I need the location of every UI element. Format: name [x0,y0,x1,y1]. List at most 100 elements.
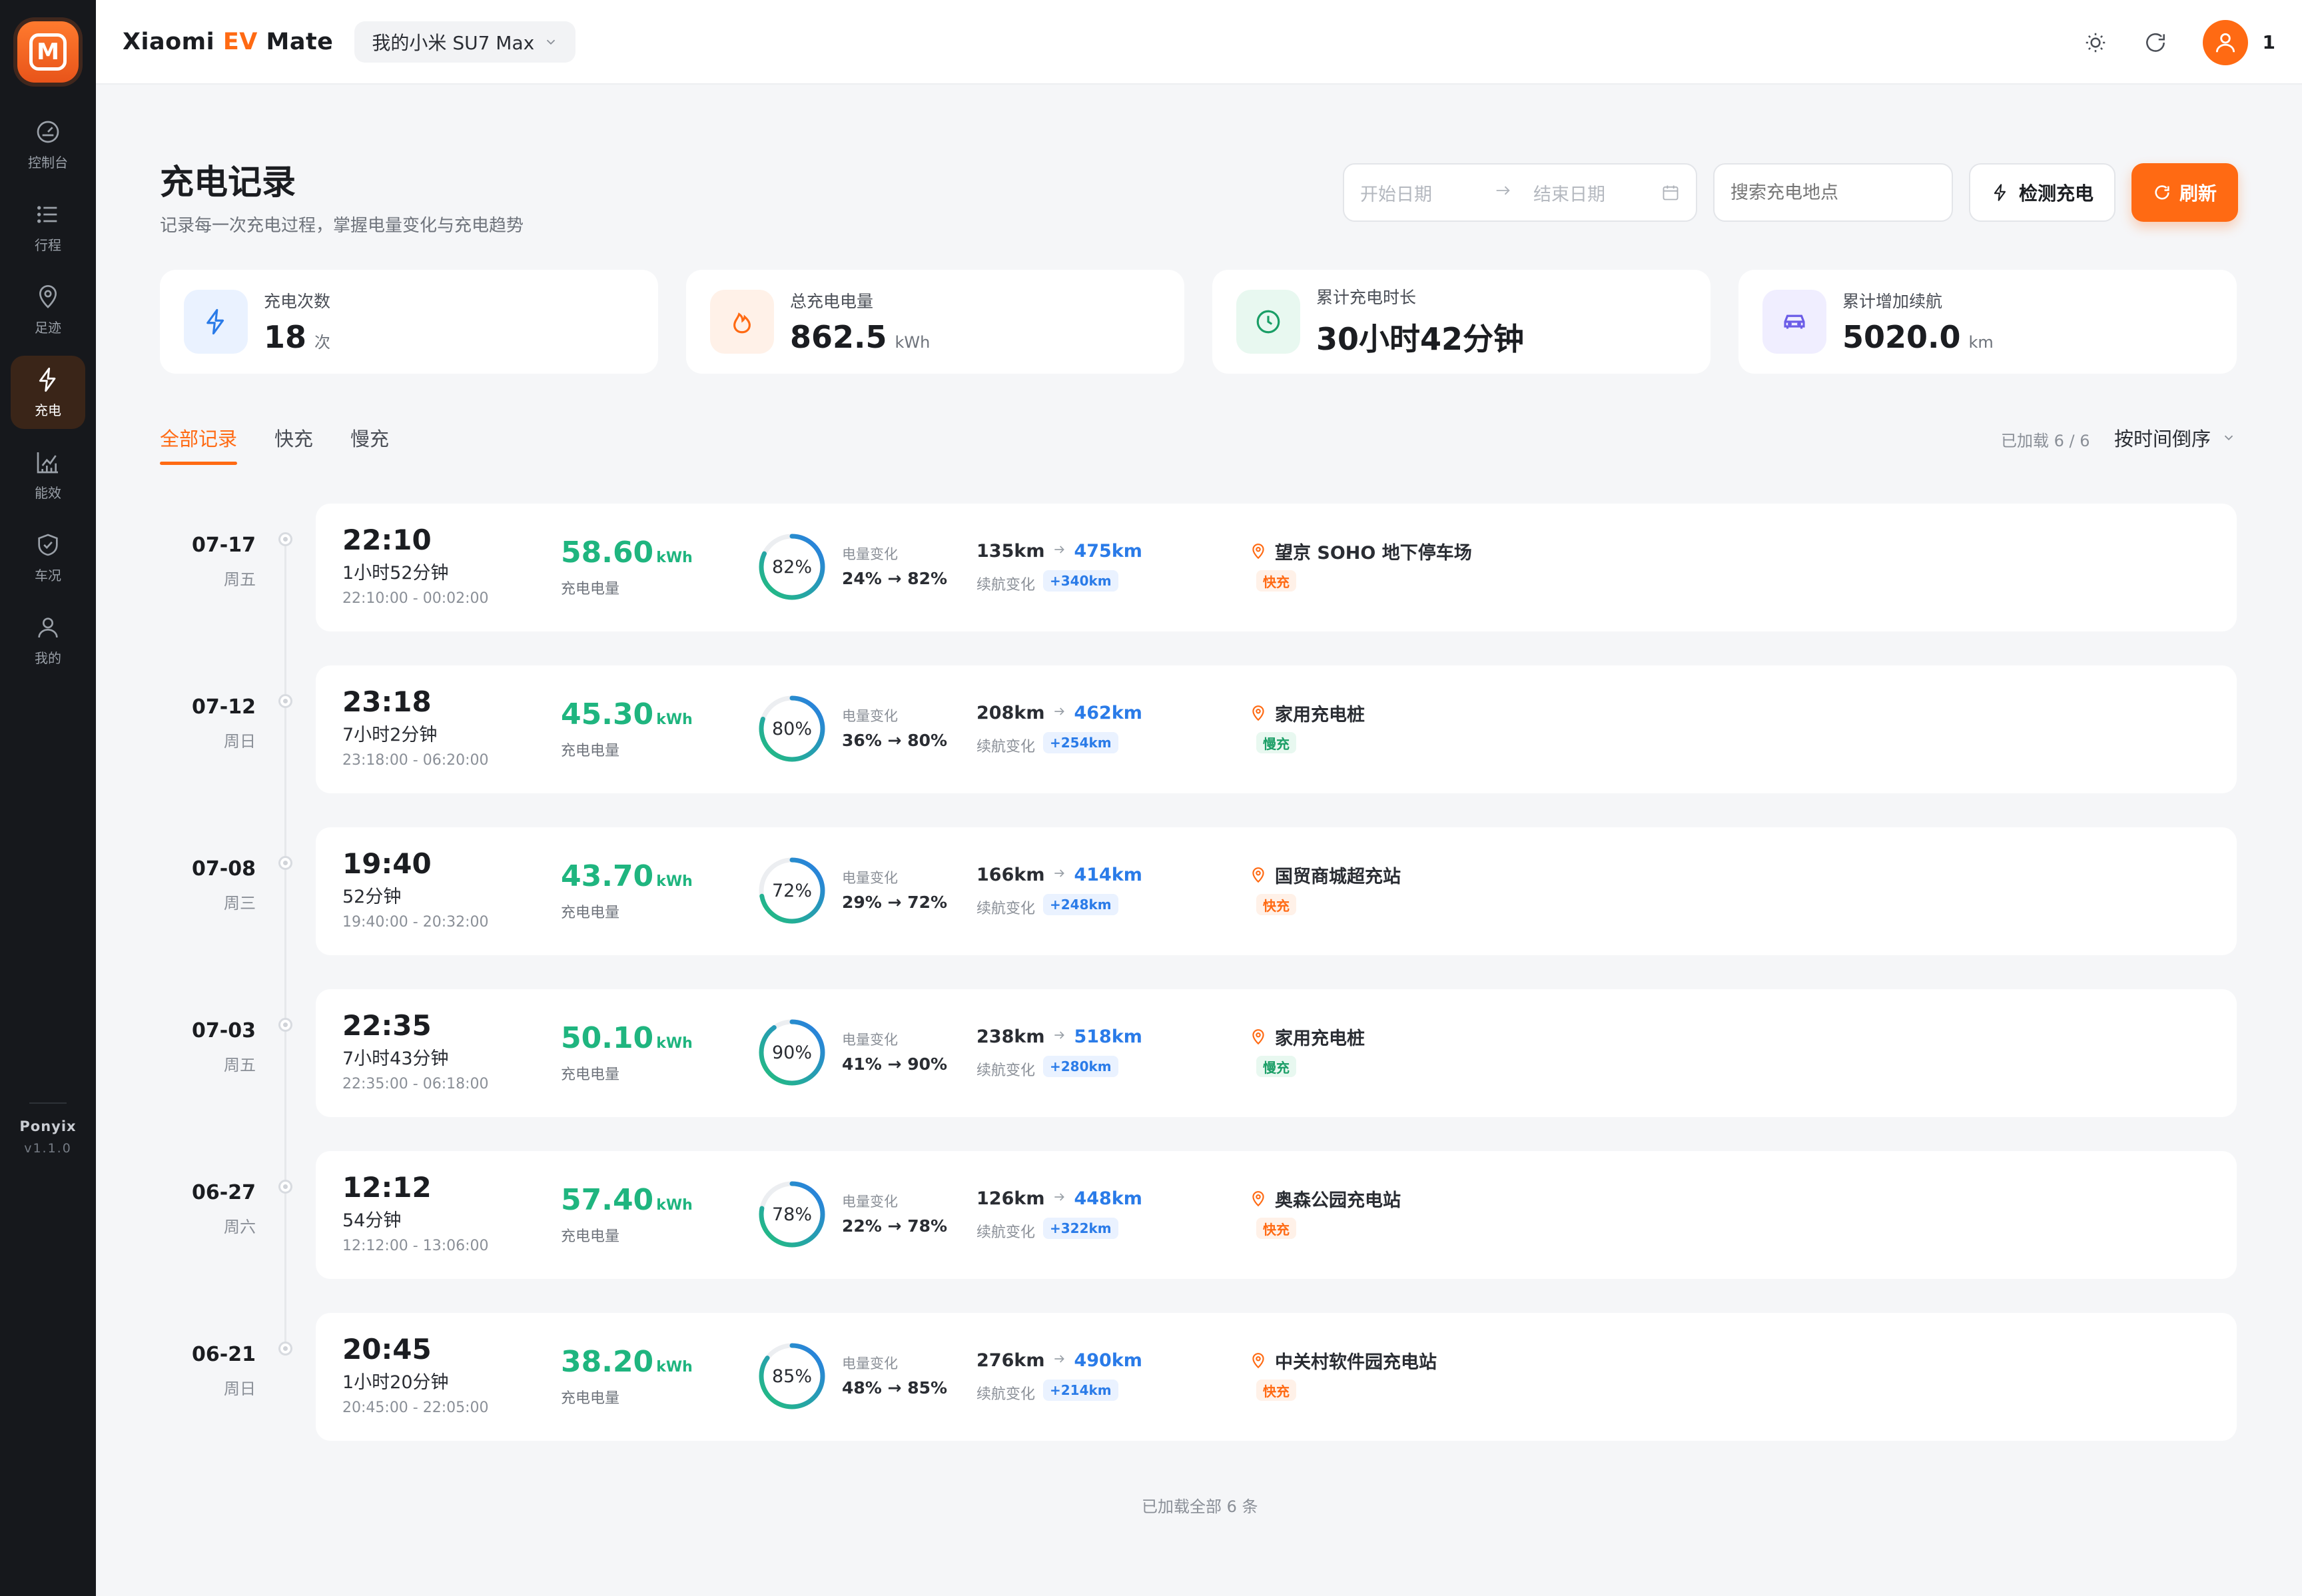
charge-type-badge: 快充 [1256,1380,1296,1401]
record-energy-label: 充电电量 [561,905,620,921]
charge-record-card[interactable]: 20:45 1小时20分钟 20:45:00 - 22:05:00 38.20 k… [316,1313,2237,1441]
record-location-name: 中关村软件园充电站 [1275,1352,1437,1373]
stat-card-charge-count: 充电次数 18 次 [160,270,658,374]
charge-type-badge: 快充 [1256,1218,1296,1239]
sidebar-item-profile[interactable]: 我的 [11,603,85,677]
sidebar-item-label: 充电 [35,402,61,418]
range-to: 475km [1074,541,1142,562]
charge-record-card[interactable]: 22:10 1小时52分钟 22:10:00 - 00:02:00 58.60 k… [316,504,2237,631]
record-location[interactable]: 奥森公园充电站 [1250,1186,1401,1212]
soc-percent: 72% [771,880,812,901]
end-date-input[interactable]: 结束日期 [1533,180,1661,206]
record-time-range: 19:40:00 - 20:32:00 [342,914,489,931]
avatar[interactable] [2202,19,2248,65]
page-subtitle: 记录每一次充电过程，掌握电量变化与充电趋势 [160,216,524,236]
sidebar-item-charging[interactable]: 充电 [11,356,85,429]
record-kwh-unit: kWh [656,873,693,890]
timeline-dot [278,1018,292,1032]
calendar-icon [1663,185,1679,200]
chevron-down-icon [547,39,556,45]
soc-percent: 90% [771,1042,812,1063]
record-energy: 50.10 kWh [561,1021,693,1055]
lightning-icon [1994,184,2006,201]
record-location[interactable]: 望京 SOHO 地下停车场 [1250,538,1472,564]
soc-change-label: 电量变化 [842,1194,898,1210]
record-date: 06-27 [192,1181,256,1204]
timeline-dot [278,1180,292,1194]
record-time-range: 12:12:00 - 13:06:00 [342,1238,489,1254]
record-kwh-value: 58.60 [561,536,654,570]
stat-text: 总充电电量 862.5 kWh [790,288,930,355]
record-date: 07-03 [192,1019,256,1042]
soc-change-label: 电量变化 [842,1356,898,1372]
range-change-row: 208km 462km [976,703,1142,723]
record-duration: 52分钟 [342,887,402,907]
charge-type-badge: 慢充 [1256,732,1296,753]
footer-version: v1.1.0 [24,1141,72,1156]
record-weekday: 周日 [224,1380,256,1398]
record-energy: 43.70 kWh [561,859,693,893]
record-location-name: 家用充电桩 [1275,1028,1365,1049]
sidebar-item-vehicle[interactable]: 车况 [11,521,85,594]
sidebar-item-footprint[interactable]: 足迹 [11,273,85,346]
record-location[interactable]: 国贸商城超充站 [1250,862,1401,888]
record-date: 06-21 [192,1343,256,1366]
record-location[interactable]: 中关村软件园充电站 [1250,1348,1437,1374]
record-duration: 1小时52分钟 [342,563,449,584]
range-to: 490km [1074,1350,1142,1371]
top-header: Xiaomi EV Mate 我的小米 SU7 Max 1 [96,0,2302,85]
arrow-right-icon [1052,867,1066,884]
record-location-name: 望京 SOHO 地下停车场 [1275,543,1472,564]
range-change-row: 238km 518km [976,1026,1142,1047]
tab-fast[interactable]: 快充 [274,424,313,465]
refresh-icon[interactable] [2143,30,2168,55]
range-change-label: 续航变化 [976,1062,1036,1079]
record-kwh-unit: kWh [656,550,693,566]
timeline-dot [278,532,292,546]
soc-change: 48% → 85% [842,1378,948,1397]
sidebar-item-dashboard[interactable]: 控制台 [11,108,85,181]
search-input[interactable] [1730,182,1936,203]
tab-slow[interactable]: 慢充 [350,424,389,465]
refresh-button[interactable]: 刷新 [2131,163,2238,222]
tab-all[interactable]: 全部记录 [160,424,238,465]
date-range-picker[interactable]: 开始日期 结束日期 [1343,163,1697,222]
stat-text: 充电次数 18 次 [264,288,330,355]
start-date-input[interactable]: 开始日期 [1360,180,1493,206]
record-date: 07-17 [192,534,256,557]
record-energy-label: 充电电量 [561,581,620,598]
arrow-right-icon [1052,1028,1066,1046]
sidebar-item-efficiency[interactable]: 能效 [11,438,85,512]
car-selector[interactable]: 我的小米 SU7 Max [354,21,576,63]
record-energy-label: 充电电量 [561,1066,620,1083]
chart-icon [37,452,58,473]
range-change-row: 276km 490km [976,1350,1142,1371]
stat-value: 30小时42分钟 [1316,315,1532,359]
record-location[interactable]: 家用充电桩 [1250,700,1365,726]
charge-record-card[interactable]: 19:40 52分钟 19:40:00 - 20:32:00 43.70 kWh … [316,827,2237,955]
sort-dropdown[interactable]: 按时间倒序 [2114,424,2236,452]
record-location-name: 奥森公园充电站 [1275,1190,1401,1211]
charge-record-card[interactable]: 12:12 54分钟 12:12:00 - 13:06:00 57.40 kWh … [316,1151,2237,1279]
soc-percent: 78% [771,1204,812,1225]
map-pin-icon [1252,543,1264,559]
stat-value: 862.5 kWh [790,319,930,355]
timeline-dot [278,694,292,708]
sidebar-item-trips[interactable]: 行程 [11,191,85,264]
range-gain-badge: +280km [1043,1056,1118,1077]
record-kwh-value: 43.70 [561,859,654,893]
timeline-line [284,541,286,1354]
detect-charging-button[interactable]: 检测充电 [1969,163,2115,222]
record-energy: 38.20 kWh [561,1345,693,1379]
sidebar-item-label: 车况 [35,567,61,584]
range-change-label: 续航变化 [976,901,1036,917]
charge-record-card[interactable]: 23:18 7小时2分钟 23:18:00 - 06:20:00 45.30 kW… [316,665,2237,793]
record-weekday: 周三 [224,894,256,913]
range-change-row: 126km 448km [976,1188,1142,1209]
sidebar-nav: 控制台 行程 足迹 充电 能效 车况 我的 [11,108,85,677]
sun-icon[interactable] [2083,30,2108,55]
app-logo[interactable]: M [17,21,79,83]
record-location[interactable]: 家用充电桩 [1250,1024,1365,1050]
sidebar: M 控制台 行程 足迹 充电 能效 车况 我的 Ponyix v1.1.0 [0,0,96,1596]
charge-record-card[interactable]: 22:35 7小时43分钟 22:35:00 - 06:18:00 50.10 k… [316,989,2237,1117]
